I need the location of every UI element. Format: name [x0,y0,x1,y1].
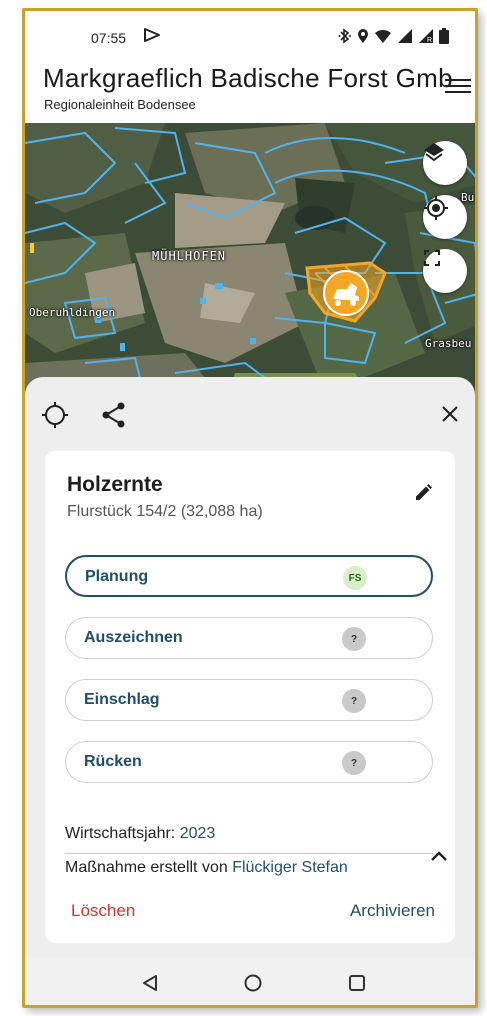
measure-subtitle: Flurstück 154/2 (32,088 ha) [67,503,263,520]
wifi-icon [374,28,392,49]
created-by: Maßnahme erstellt von Flückiger Stefan [65,859,348,877]
created-by-value: Flückiger Stefan [232,859,348,876]
fiscal-year-value: 2023 [179,825,216,842]
assignee-badge: ? [342,689,366,713]
svg-text:R: R [427,37,432,44]
map-label-grasbeuren: Grasbeu [425,337,472,350]
share-icon[interactable] [101,401,127,434]
status-bar: 07:55 R [25,11,475,61]
measure-title: Holzernte [67,473,163,496]
delete-button[interactable]: Löschen [71,901,135,921]
map-label-muehlhofen: MÜHLHOFEN [152,249,227,263]
step-label: Auszeichnen [84,629,183,646]
back-icon[interactable] [140,973,160,998]
signal-roaming-icon: R [418,28,434,49]
recents-icon[interactable] [347,973,367,998]
step-planung[interactable]: Planung FS [65,555,433,597]
assignee-badge: FS [343,566,367,590]
map-label-bu: Bu [461,191,475,204]
edit-icon[interactable] [413,483,433,508]
layers-button[interactable] [423,141,467,185]
location-icon [357,28,369,49]
assignee-badge: ? [342,751,366,775]
divider [65,853,433,854]
step-label: Planung [85,568,149,585]
hamburger-menu-icon[interactable] [445,75,471,97]
satellite-map [25,123,475,403]
play-icon [143,28,161,47]
system-nav-bar [25,957,475,1005]
step-label: Einschlag [84,691,160,708]
fiscal-year: Wirtschaftsjahr: 2023 [65,825,215,843]
step-ruecken[interactable]: Rücken ? [65,741,433,783]
created-by-label: Maßnahme erstellt von [65,859,228,876]
map-view[interactable]: MÜHLHOFEN Oberuhldingen Grasbeu Bu [25,123,475,403]
home-icon[interactable] [243,973,263,998]
status-time: 07:55 [91,30,127,46]
archive-button[interactable]: Archivieren [350,901,435,921]
fullscreen-button[interactable] [423,249,467,293]
fiscal-year-label: Wirtschaftsjahr: [65,825,176,842]
page-title: Markgraeflich Badische Forst Gmb [43,63,453,93]
phone-frame: 07:55 R Markgraeflich Badische Forst Gmb… [22,8,478,1008]
map-label-oberuhldingen: Oberuhldingen [29,306,116,319]
assignee-badge: ? [342,627,366,651]
signal-icon [397,28,413,49]
harvester-icon[interactable] [323,270,369,316]
step-einschlag[interactable]: Einschlag ? [65,679,433,721]
target-icon[interactable] [41,401,69,434]
measure-card: Holzernte Flurstück 154/2 (32,088 ha) Pl… [45,451,455,943]
my-location-button[interactable] [423,195,467,239]
close-icon[interactable] [441,405,459,428]
battery-icon [439,28,449,49]
bluetooth-icon [338,28,352,49]
app-header: Markgraeflich Badische Forst Gmb Regiona… [25,61,475,123]
page-subtitle: Regionaleinheit Bodensee [44,97,196,112]
chevron-up-icon[interactable] [429,849,449,868]
status-icons: R [338,28,449,49]
step-label: Rücken [84,753,142,770]
bottom-sheet: Holzernte Flurstück 154/2 (32,088 ha) Pl… [25,377,475,957]
step-auszeichnen[interactable]: Auszeichnen ? [65,617,433,659]
